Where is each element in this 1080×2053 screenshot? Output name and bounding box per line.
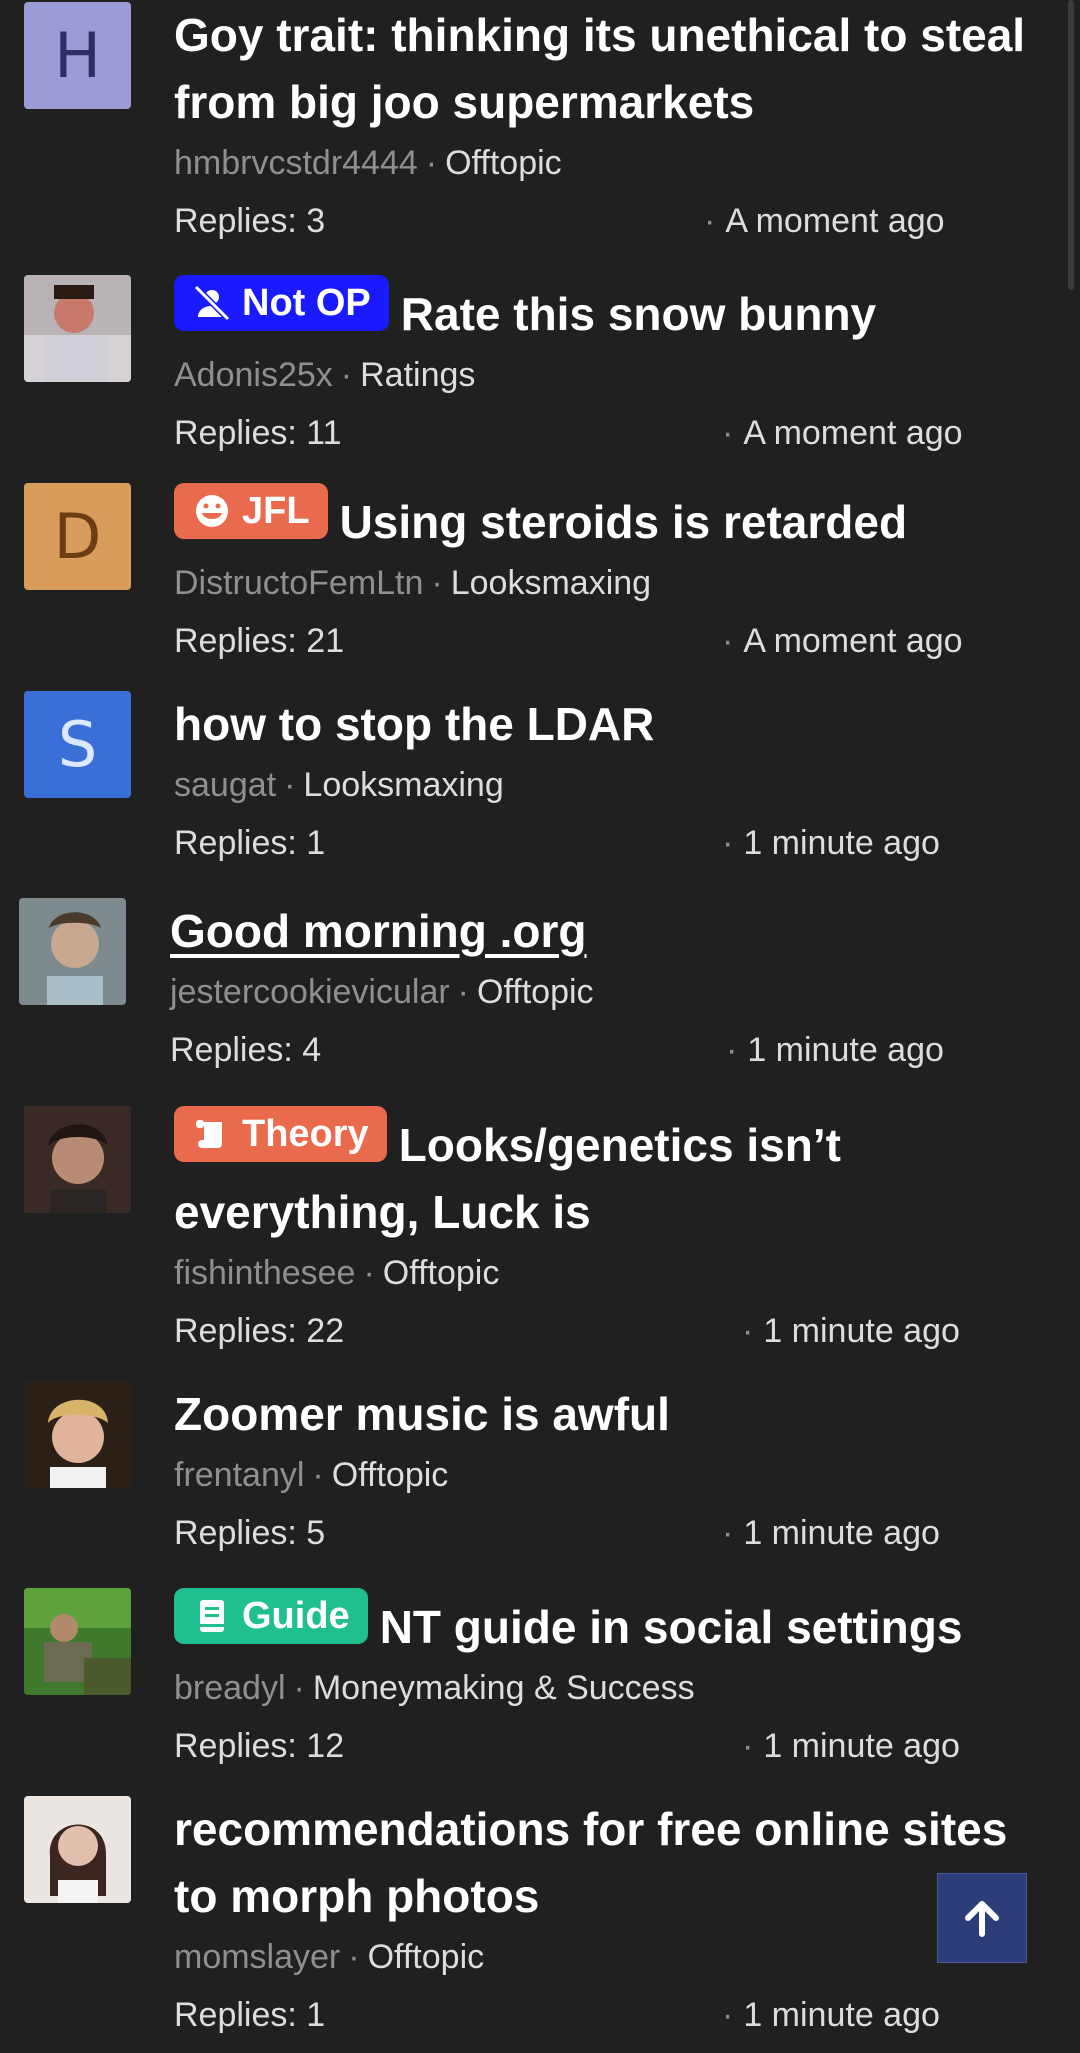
meta-separator: · — [348, 1938, 360, 1976]
thread-title-link[interactable]: Goy trait: thinking its unethical to ste… — [174, 9, 1025, 128]
thread-title: Theory Looks/genetics isn’t everything, L… — [174, 1106, 1042, 1246]
meta-separator: · — [284, 766, 296, 804]
user-slash-icon — [193, 284, 231, 322]
meta-separator: · — [431, 564, 443, 602]
thread-title-link[interactable]: Rate this snow bunny — [401, 288, 876, 340]
thread-author[interactable]: jestercookievicular — [170, 973, 450, 1011]
reply-count: Replies: 12 — [174, 1727, 345, 1765]
thread-meta: Adonis25x · Ratings — [174, 352, 1042, 398]
thread-meta: DistructoFemLtn · Looksmaxing — [174, 560, 1042, 606]
thread-meta: saugat · Looksmaxing — [174, 762, 1042, 808]
thread-title-link[interactable]: NT guide in social settings — [380, 1601, 963, 1653]
thread-title: how to stop the LDAR — [174, 691, 1042, 758]
prefix-badge-not-op[interactable]: Not OP — [174, 275, 389, 331]
reply-count: Replies: 11 — [174, 414, 342, 452]
scroll-icon — [196, 1120, 222, 1148]
thread-title-link[interactable]: Good morning .org — [170, 905, 587, 957]
last-post-time[interactable]: · A moment ago — [704, 198, 945, 244]
avatar-photo-jestercookievicular[interactable] — [19, 898, 126, 1005]
thread-author[interactable]: frentanyl — [174, 1456, 304, 1494]
thread-forum[interactable]: Offtopic — [445, 144, 562, 182]
avatar-image — [24, 1588, 131, 1695]
avatar-photo-adonis[interactable] — [24, 275, 131, 382]
thread-forum[interactable]: Offtopic — [332, 1456, 449, 1494]
meta-separator: · — [312, 1456, 324, 1494]
last-post-time[interactable]: · 1 minute ago — [722, 1510, 940, 1556]
avatar-photo-fishinthesee[interactable] — [24, 1106, 131, 1213]
last-post-time[interactable]: · A moment ago — [722, 410, 963, 456]
laugh-icon — [196, 495, 228, 527]
thread-author[interactable]: hmbrvcstdr4444 — [174, 144, 418, 182]
thread-meta: breadyl · Moneymaking & Success — [174, 1665, 1042, 1711]
last-post-time[interactable]: · 1 minute ago — [726, 1027, 944, 1073]
reply-count: Replies: 21 — [174, 622, 345, 660]
reply-count: Replies: 3 — [174, 202, 326, 240]
thread-forum[interactable]: Looksmaxing — [451, 564, 651, 602]
avatar-image — [24, 1106, 131, 1213]
avatar[interactable]: H — [24, 2, 131, 109]
scrollbar[interactable] — [1068, 0, 1074, 290]
last-post-time[interactable]: · 1 minute ago — [722, 820, 940, 866]
back-to-top-button[interactable] — [937, 1873, 1027, 1963]
avatar-image — [24, 1796, 131, 1903]
thread-meta: jestercookievicular · Offtopic — [170, 969, 1042, 1015]
reply-count: Replies: 22 — [174, 1312, 345, 1350]
avatar-photo-frentanyl[interactable] — [24, 1381, 131, 1488]
thread-author[interactable]: DistructoFemLtn — [174, 564, 423, 602]
thread-title: Good morning .org — [170, 898, 1042, 965]
thread-title: Not OP Rate this snow bunny — [174, 275, 1042, 348]
thread-title: JFL Using steroids is retarded — [174, 483, 1042, 556]
book-icon — [200, 1600, 224, 1632]
thread-title-link[interactable]: recommendations for free online sites to… — [174, 1803, 1007, 1922]
thread-author[interactable]: momslayer — [174, 1938, 340, 1976]
thread-title: Guide NT guide in social settings — [174, 1588, 1042, 1661]
reply-count: Replies: 5 — [174, 1514, 326, 1552]
prefix-badge-theory[interactable]: Theory — [174, 1106, 387, 1162]
avatar-image — [24, 1381, 131, 1488]
prefix-badge-guide[interactable]: Guide — [174, 1588, 368, 1644]
thread-title-link[interactable]: how to stop the LDAR — [174, 698, 654, 750]
reply-count: Replies: 1 — [174, 824, 326, 862]
thread-forum[interactable]: Looksmaxing — [303, 766, 503, 804]
reply-count: Replies: 1 — [174, 1996, 326, 2034]
thread-meta: momslayer · Offtopic — [174, 1934, 1042, 1980]
avatar[interactable]: S — [24, 691, 131, 798]
reply-count: Replies: 4 — [170, 1031, 322, 1069]
thread-title: Goy trait: thinking its unethical to ste… — [174, 2, 1042, 136]
thread-meta: hmbrvcstdr4444 · Offtopic — [174, 140, 1042, 186]
thread-forum[interactable]: Moneymaking & Success — [313, 1669, 695, 1707]
avatar-photo-breadyl[interactable] — [24, 1588, 131, 1695]
thread-title: Zoomer music is awful — [174, 1381, 1042, 1448]
thread-title: recommendations for free online sites to… — [174, 1796, 1042, 1930]
last-post-time[interactable]: · 1 minute ago — [742, 1308, 960, 1354]
prefix-badge-jfl[interactable]: JFL — [174, 483, 328, 539]
thread-forum[interactable]: Offtopic — [368, 1938, 485, 1976]
last-post-time[interactable]: · 1 minute ago — [722, 1992, 940, 2038]
thread-forum[interactable]: Offtopic — [477, 973, 594, 1011]
thread-author[interactable]: fishinthesee — [174, 1254, 355, 1292]
thread-forum[interactable]: Ratings — [360, 356, 475, 394]
meta-separator: · — [425, 144, 438, 182]
thread-forum[interactable]: Offtopic — [383, 1254, 500, 1292]
thread-title-link[interactable]: Using steroids is retarded — [340, 496, 908, 548]
meta-separator: · — [363, 1254, 375, 1292]
avatar-image — [24, 275, 131, 382]
thread-author[interactable]: Adonis25x — [174, 356, 333, 394]
avatar-photo-momslayer[interactable] — [24, 1796, 131, 1903]
thread-meta: fishinthesee · Offtopic — [174, 1250, 1042, 1296]
last-post-time[interactable]: · 1 minute ago — [742, 1723, 960, 1769]
thread-title-link[interactable]: Zoomer music is awful — [174, 1388, 670, 1440]
meta-separator: · — [340, 356, 353, 394]
last-post-time[interactable]: · A moment ago — [722, 618, 963, 664]
thread-author[interactable]: saugat — [174, 766, 276, 804]
arrow-up-icon — [965, 1901, 999, 1937]
avatar-image — [19, 898, 126, 1005]
thread-author[interactable]: breadyl — [174, 1669, 286, 1707]
meta-separator: · — [457, 973, 469, 1011]
avatar[interactable]: D — [24, 483, 131, 590]
meta-separator: · — [293, 1669, 305, 1707]
thread-meta: frentanyl · Offtopic — [174, 1452, 1042, 1498]
